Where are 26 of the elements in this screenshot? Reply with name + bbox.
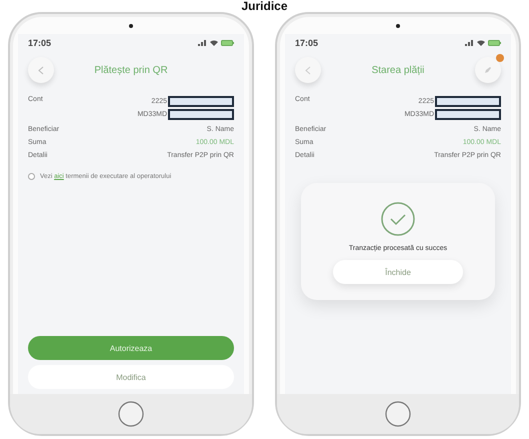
- back-button[interactable]: [295, 57, 321, 83]
- camera-dot: [396, 24, 400, 28]
- back-icon: [38, 66, 44, 74]
- checkmark-icon: [380, 201, 416, 237]
- terms-checkbox[interactable]: [28, 173, 35, 180]
- page-title: Juridice: [241, 0, 288, 12]
- battery-icon: [221, 40, 234, 46]
- back-icon: [305, 66, 311, 74]
- back-button[interactable]: [28, 57, 54, 83]
- modify-button[interactable]: Modifica: [28, 365, 234, 389]
- close-button[interactable]: Închide: [333, 260, 463, 284]
- profile-button[interactable]: [475, 57, 501, 83]
- status-time: 17:05: [28, 38, 52, 48]
- authorize-button[interactable]: Autorizeaza: [28, 336, 234, 360]
- camera-dot: [129, 24, 133, 28]
- signal-icon: [198, 40, 207, 46]
- signal-icon: [465, 40, 474, 46]
- battery-icon: [488, 40, 501, 46]
- wifi-icon: [210, 40, 218, 46]
- screen-title: Starea plății: [372, 64, 424, 76]
- screen-title: Plătește prin QR: [94, 64, 168, 76]
- status-time: 17:05: [295, 38, 318, 48]
- home-button[interactable]: [384, 400, 412, 428]
- home-button[interactable]: [117, 400, 145, 428]
- pencil-icon: [484, 66, 492, 74]
- wifi-icon: [477, 40, 485, 46]
